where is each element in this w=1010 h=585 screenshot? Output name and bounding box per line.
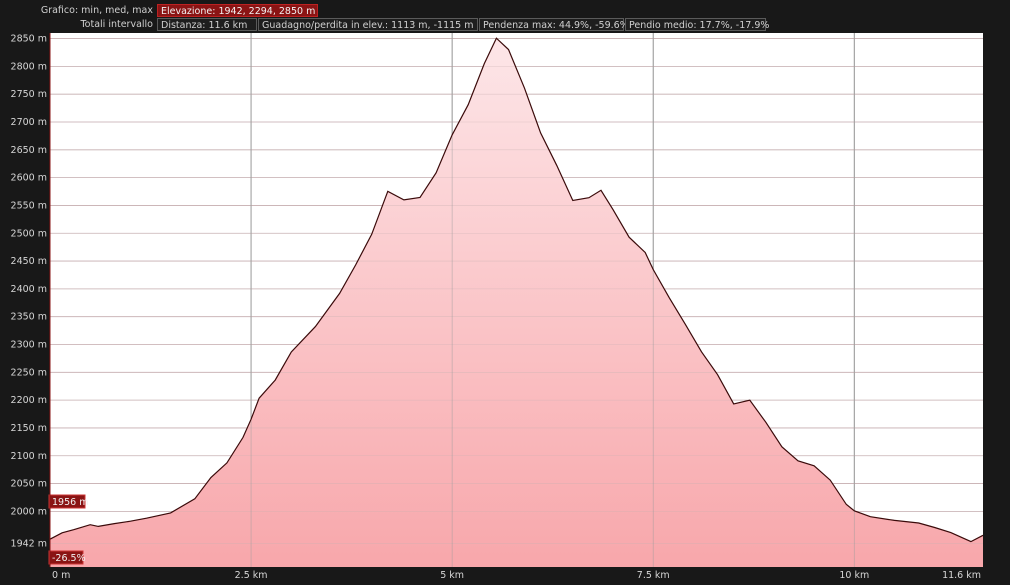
y-tick-label: 2850 m	[11, 34, 47, 45]
x-tick-label: 5 km	[440, 570, 464, 581]
current-slope-label: -26.5%	[52, 553, 86, 564]
y-tick-label: 2600 m	[11, 173, 47, 184]
current-elevation-marker: 1956 m	[48, 494, 88, 509]
y-tick-label: 2550 m	[11, 200, 47, 211]
y-tick-label: 2400 m	[11, 284, 47, 295]
y-tick-label: 2800 m	[11, 61, 47, 72]
current-elevation-label: 1956 m	[52, 497, 88, 508]
x-tick-label: 2.5 km	[235, 570, 268, 581]
y-tick-label: 2500 m	[11, 228, 47, 239]
y-tick-label: 2650 m	[11, 145, 47, 156]
y-axis-ticks: 1942 m 2000 m 2050 m 2100 m 2150 m 2200 m 2250…	[11, 34, 47, 550]
x-tick-label: 0 m	[52, 570, 70, 581]
y-tick-label: 2100 m	[11, 451, 47, 462]
current-slope-marker: -26.5%	[48, 550, 86, 565]
x-axis-ticks: 0 m 2.5 km 5 km 7.5 km 10 km 11.6 km	[52, 570, 981, 581]
x-tick-label: 10 km	[839, 570, 869, 581]
x-tick-label: 11.6 km	[942, 570, 981, 581]
y-tick-label: 2450 m	[11, 256, 47, 267]
x-tick-label: 7.5 km	[637, 570, 670, 581]
y-tick-label: 2350 m	[11, 312, 47, 323]
y-tick-label: 2250 m	[11, 367, 47, 378]
y-tick-label: 2750 m	[11, 89, 47, 100]
elevation-profile-chart[interactable]: 1942 m 2000 m 2050 m 2100 m 2150 m 2200 m 2250…	[0, 0, 1010, 585]
y-tick-label: 2700 m	[11, 117, 47, 128]
y-tick-label: 2050 m	[11, 479, 47, 490]
y-tick-label: 2000 m	[11, 506, 47, 517]
y-tick-label: 2200 m	[11, 395, 47, 406]
y-tick-label: 2150 m	[11, 423, 47, 434]
y-tick-label: 2300 m	[11, 340, 47, 351]
y-tick-label: 1942 m	[11, 539, 47, 550]
